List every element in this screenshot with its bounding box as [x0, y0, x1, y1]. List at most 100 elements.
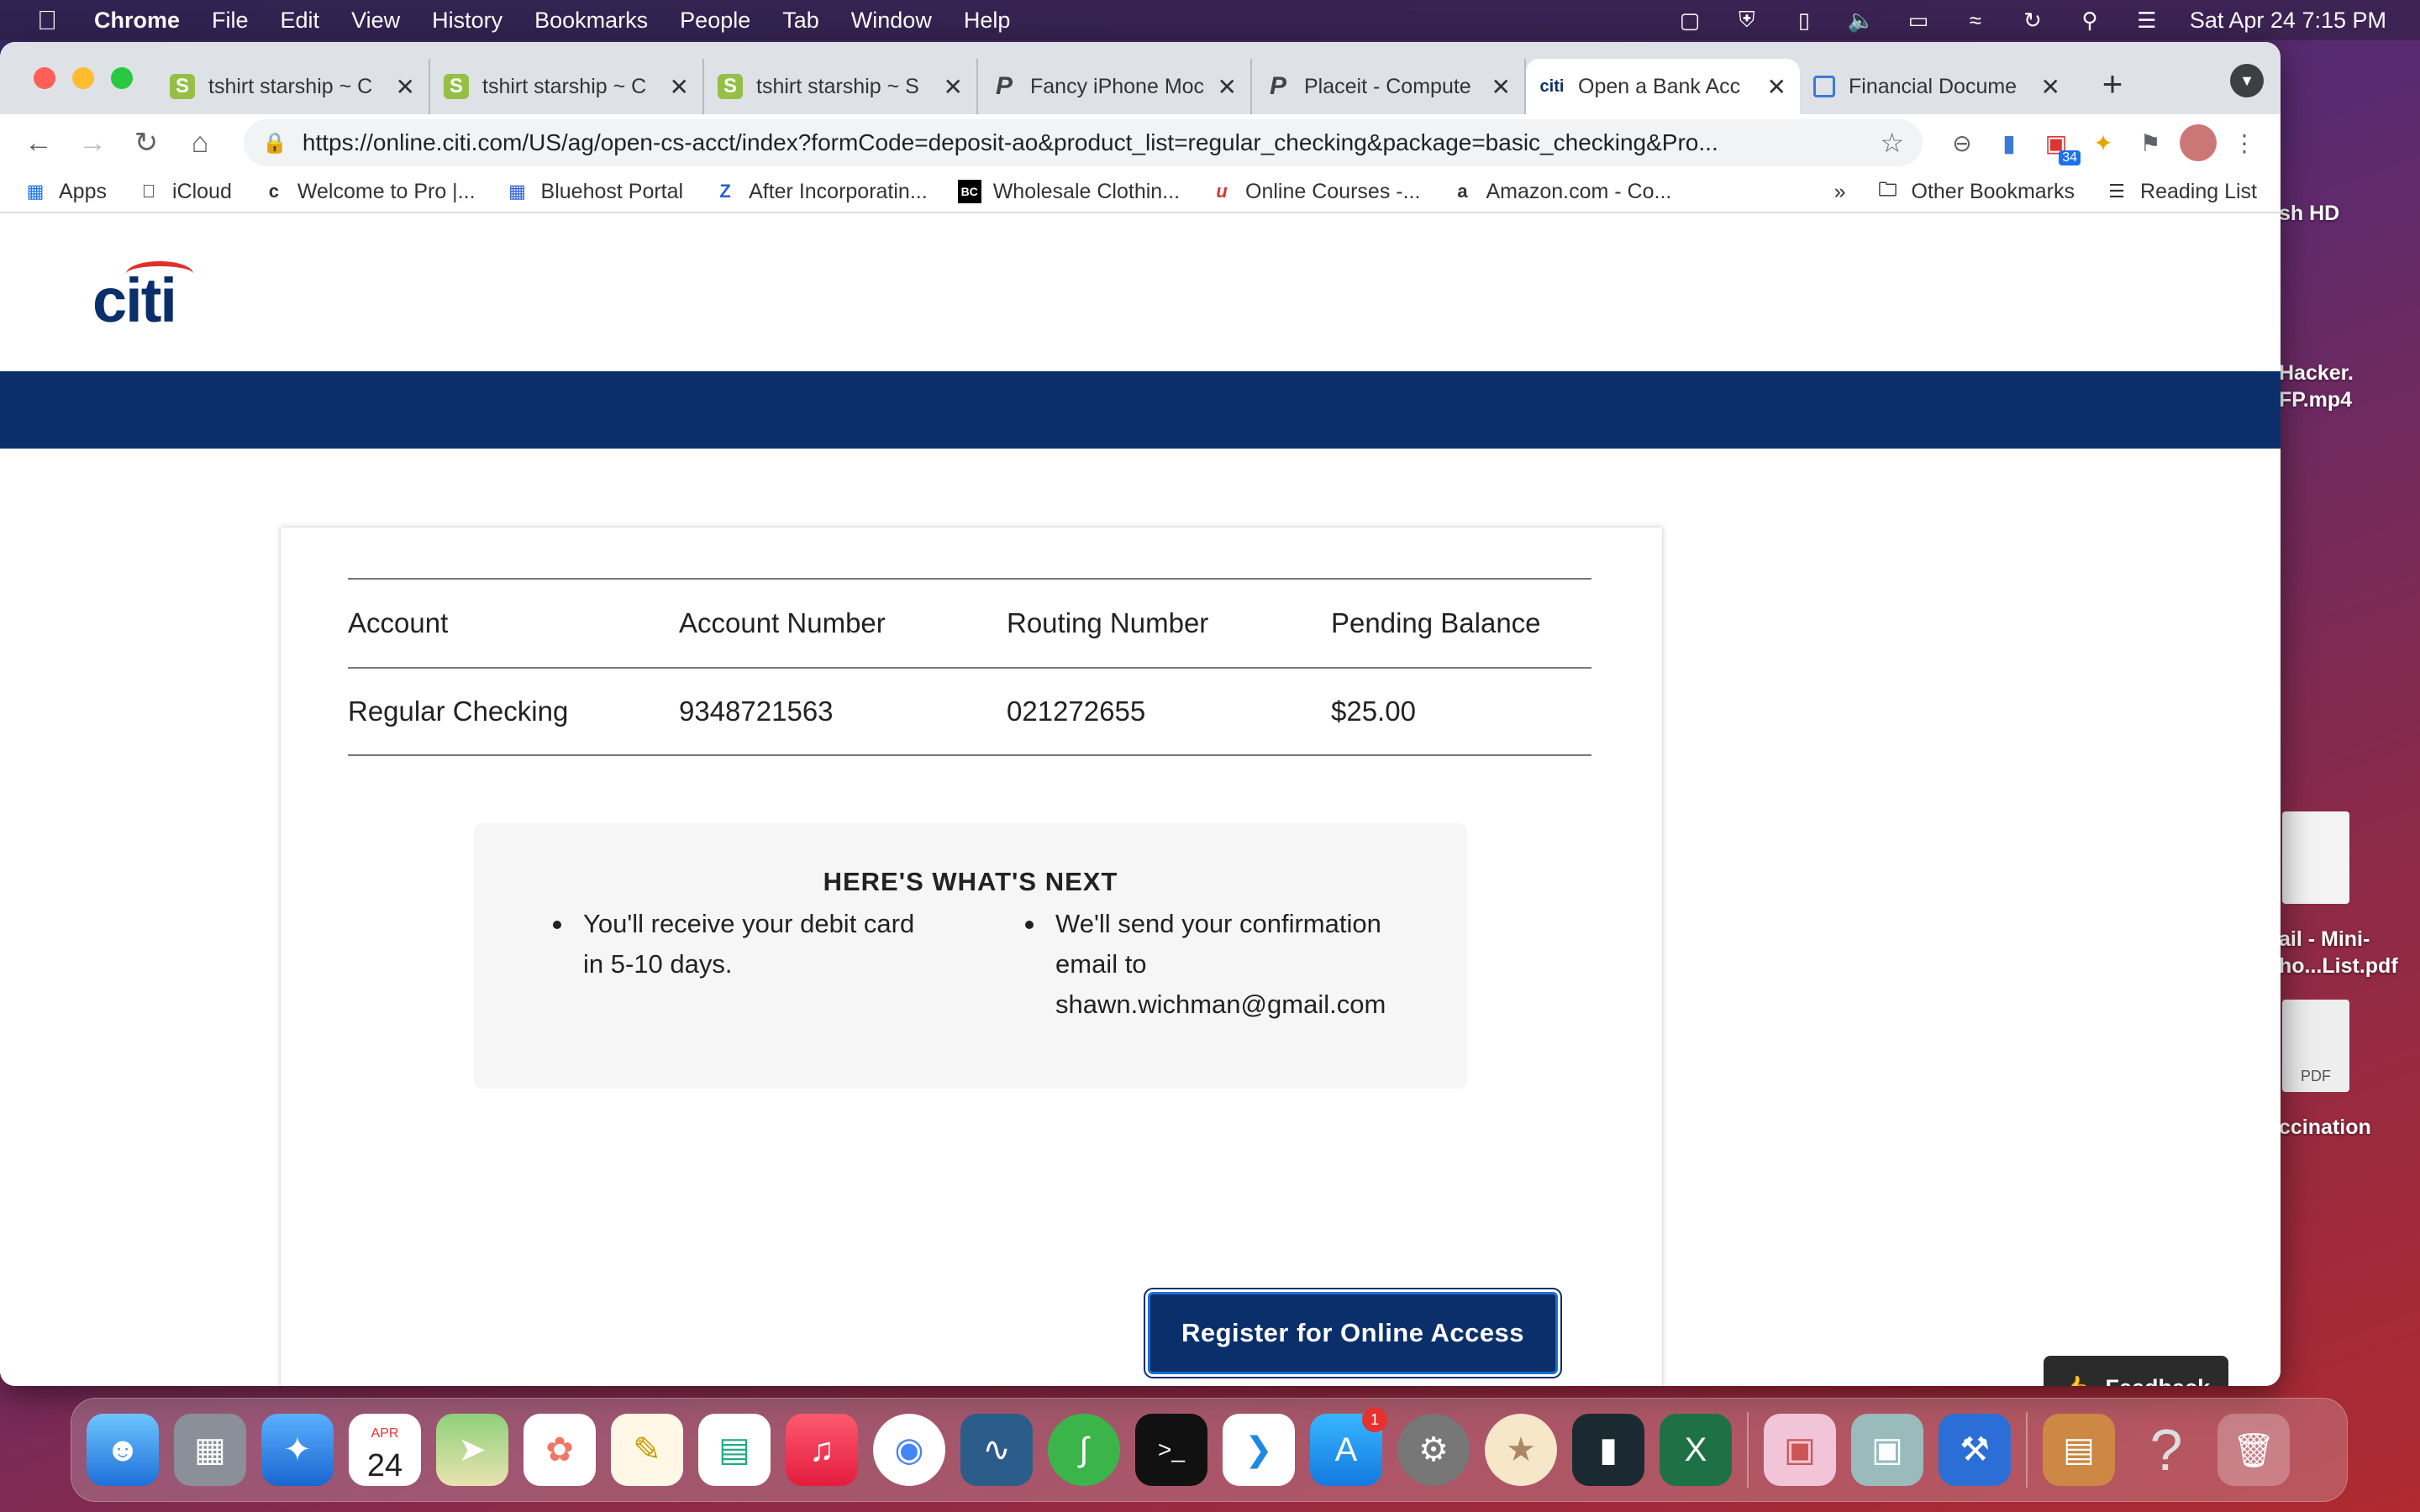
desktop-item-video-label[interactable]: Hacker. [2279, 361, 2354, 386]
notification-icon[interactable]: ▯ [1790, 8, 1818, 33]
excel-icon[interactable]: X [1660, 1414, 1732, 1486]
close-tab-icon[interactable]: ✕ [670, 73, 689, 101]
numbers-icon[interactable]: ▤ [698, 1414, 771, 1486]
tab-citi-active[interactable]: citi Open a Bank Acc ✕ [1526, 59, 1800, 114]
tab-placeit-iphone[interactable]: P Fancy iPhone Moc ✕ [978, 59, 1252, 114]
tab-search-icon[interactable]: ▼ [2230, 64, 2264, 97]
desktop-pdf-thumbnail[interactable] [2282, 811, 2349, 904]
app-store-icon[interactable]: A1 [1310, 1407, 1387, 1486]
control-center-icon[interactable]: ☰ [2133, 8, 2161, 33]
safari-icon[interactable]: ✦ [261, 1414, 334, 1486]
wifi-icon[interactable]: ≈ [1961, 8, 1990, 33]
profile-avatar[interactable] [2180, 124, 2217, 161]
cleanmymac-icon[interactable]: ▣ [1764, 1414, 1836, 1486]
tab-placeit-computer[interactable]: P Placeit - Compute ✕ [1252, 59, 1526, 114]
close-tab-icon[interactable]: ✕ [2041, 73, 2060, 101]
menu-edit[interactable]: Edit [281, 8, 320, 34]
dashlane-icon[interactable]: ▮ [1572, 1414, 1644, 1486]
bookmark-other[interactable]: 🗀 Other Bookmarks [1876, 179, 2075, 204]
close-window-button[interactable] [34, 67, 55, 89]
desktop-item-pdf-label[interactable]: ail - Mini- [2279, 927, 2370, 952]
vpn-shield-icon[interactable]: ⛨ [1733, 7, 1761, 33]
bookmark-amazon[interactable]: a Amazon.com - Co... [1450, 180, 1671, 204]
terminal-icon[interactable]: >_ [1135, 1414, 1207, 1486]
trash-icon[interactable]: 🗑 [2217, 1414, 2290, 1486]
feedback-button[interactable]: 👍 Feedback [2044, 1356, 2228, 1386]
time-machine-icon[interactable]: ↻ [2018, 8, 2047, 33]
desktop-pdf-file-icon[interactable]: PDF [2282, 1000, 2349, 1092]
calendar-extension-icon[interactable]: ▣ 34 [2037, 123, 2081, 165]
system-preferences-icon[interactable]: ⚙ [1397, 1414, 1470, 1486]
battery-icon[interactable]: ▭ [1904, 8, 1933, 33]
zoom-window-button[interactable] [111, 67, 133, 89]
more-menu-icon[interactable]: ⋮ [2225, 123, 2264, 162]
close-tab-icon[interactable]: ✕ [396, 73, 415, 101]
menu-view[interactable]: View [351, 8, 400, 34]
close-tab-icon[interactable]: ✕ [1767, 73, 1786, 101]
tab-shopify-3[interactable]: S tshirt starship ~ S ✕ [704, 59, 978, 114]
menu-people[interactable]: People [680, 8, 750, 34]
menu-help[interactable]: Help [964, 8, 1011, 34]
desktop-item-vaccination-label[interactable]: ccination [2279, 1116, 2371, 1140]
bookmark-wholesale[interactable]: BC Wholesale Clothin... [957, 180, 1180, 204]
register-online-access-button[interactable]: Register for Online Access [1148, 1292, 1558, 1374]
sparkle-extension-icon[interactable]: ✦ [2084, 123, 2123, 162]
finder-icon[interactable]: ☻ [87, 1414, 159, 1486]
bookmarks-overflow-button[interactable]: » [1834, 180, 1846, 204]
bookmark-star-icon[interactable]: ☆ [1880, 127, 1904, 159]
bookmark-icloud[interactable]:  iCloud [137, 180, 232, 204]
menu-app-name[interactable]: Chrome [94, 8, 180, 34]
new-tab-button[interactable]: + [2087, 59, 2138, 109]
calendar-icon[interactable]: APR 24 [349, 1414, 421, 1486]
menu-clock[interactable]: Sat Apr 24 7:15 PM [2190, 8, 2386, 34]
menu-file[interactable]: File [212, 8, 249, 34]
menu-tab[interactable]: Tab [782, 8, 819, 34]
close-tab-icon[interactable]: ✕ [1491, 73, 1511, 101]
bookmark-after-incorporating[interactable]: Z After Incorporatin... [713, 180, 927, 204]
vscode-icon[interactable]: ❯ [1223, 1414, 1295, 1486]
preview-icon[interactable]: ▣ [1851, 1414, 1923, 1486]
spotlight-search-icon[interactable]: ⚲ [2075, 8, 2104, 33]
sequel-icon[interactable]: ∫ [1048, 1414, 1120, 1486]
mysql-workbench-icon[interactable]: ∿ [960, 1414, 1033, 1486]
photos-icon[interactable]: ✿ [523, 1414, 596, 1486]
tab-financial-documents[interactable]: Financial Docume ✕ [1800, 59, 2074, 114]
blocker-extension-icon[interactable]: ⊖ [1943, 123, 1981, 162]
help-question-icon[interactable]: ? [2130, 1414, 2202, 1486]
close-tab-icon[interactable]: ✕ [1218, 73, 1237, 101]
cyberduck-icon[interactable]: ★ [1485, 1414, 1557, 1486]
home-icon[interactable]: ⌂ [178, 121, 222, 165]
back-arrow-icon[interactable]: ← [17, 121, 60, 165]
close-tab-icon[interactable]: ✕ [944, 73, 963, 101]
lock-icon[interactable]: 🔒 [262, 131, 287, 155]
bookmark-bluehost[interactable]: ▦ Bluehost Portal [506, 180, 683, 204]
password-manager-icon[interactable]: ▢ [1676, 8, 1704, 33]
menu-window[interactable]: Window [851, 8, 932, 34]
analytics-extension-icon[interactable]: ▮ [1990, 123, 2028, 162]
launchpad-icon[interactable]: ▦ [174, 1414, 246, 1486]
bookmark-online-courses[interactable]: u Online Courses -... [1210, 180, 1420, 204]
music-icon[interactable]: ♫ [786, 1414, 858, 1486]
menu-bookmarks[interactable]: Bookmarks [534, 8, 648, 34]
downloads-stack-icon[interactable]: ▤ [2043, 1414, 2115, 1486]
reading-list-button[interactable]: ☰ Reading List [2105, 180, 2257, 204]
chrome-icon[interactable]: ◉ [873, 1414, 945, 1486]
address-bar[interactable]: 🔒 https://online.citi.com/US/ag/open-cs-… [244, 119, 1923, 166]
menu-history[interactable]: History [432, 8, 502, 34]
pages-icon[interactable]: ✎ [611, 1414, 683, 1486]
reload-icon[interactable]: ↻ [124, 121, 168, 165]
forward-arrow-icon[interactable]: → [71, 121, 114, 165]
maps-icon[interactable]: ➤ [436, 1414, 508, 1486]
puzzle-extensions-icon[interactable]: ⚑ [2131, 123, 2170, 162]
bookmark-welcome[interactable]: c Welcome to Pro |... [262, 180, 476, 204]
xcode-icon[interactable]: ⚒ [1939, 1414, 2011, 1486]
url-text[interactable]: https://online.citi.com/US/ag/open-cs-ac… [302, 129, 1870, 156]
volume-icon[interactable]: 🔈 [1847, 8, 1876, 33]
desktop-item-hd-label[interactable]: sh HD [2279, 202, 2339, 226]
apple-icon[interactable]:  [22, 5, 72, 36]
bookmark-apps[interactable]: ▦ Apps [24, 180, 107, 204]
tab-shopify-1[interactable]: S tshirt starship ~ C ✕ [156, 59, 430, 114]
tab-shopify-2[interactable]: S tshirt starship ~ C ✕ [430, 59, 704, 114]
citi-logo[interactable]: citi [92, 260, 193, 336]
minimize-window-button[interactable] [72, 67, 94, 89]
